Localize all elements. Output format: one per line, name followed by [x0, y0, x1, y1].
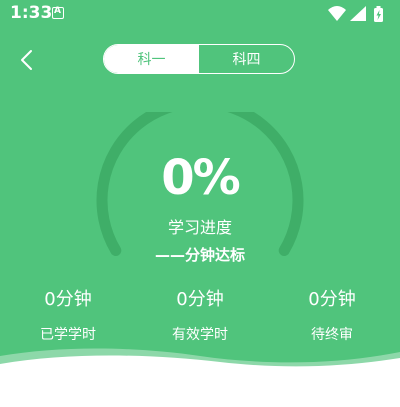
wifi-icon [328, 6, 346, 21]
stat-value: 0分钟 [308, 289, 356, 310]
stat-value: 0分钟 [44, 289, 92, 310]
stat-valid-hours: 0分钟 有效学时 [140, 288, 260, 344]
stat-value: 0分钟 [176, 289, 224, 310]
notification-app-icon: A [52, 6, 64, 19]
cell-signal-icon [350, 6, 366, 21]
stat-label: 已学学时 [40, 327, 96, 343]
battery-icon [374, 6, 383, 22]
tab-subject-4[interactable]: 科四 [199, 45, 294, 73]
back-button[interactable] [14, 46, 42, 74]
status-time: 1:33 [10, 3, 53, 23]
target-minutes-label: ——分钟达标 [154, 246, 245, 264]
stat-label: 待终审 [311, 327, 353, 343]
stat-studied-hours: 0分钟 已学学时 [8, 288, 128, 344]
stat-pending-review: 0分钟 待终审 [272, 288, 392, 344]
tab-subject-1[interactable]: 科一 [104, 45, 199, 73]
stat-label: 有效学时 [172, 327, 228, 343]
bottom-wave [0, 348, 400, 407]
progress-label: 学习进度 [167, 218, 232, 237]
status-bar: 1:33 A [0, 0, 400, 28]
progress-percent: 0% [161, 150, 241, 206]
subject-tab-switcher: 科一 科四 [103, 44, 295, 74]
notification-app-letter: A [54, 6, 61, 16]
status-indicators [328, 6, 383, 22]
chevron-left-icon [21, 50, 32, 70]
